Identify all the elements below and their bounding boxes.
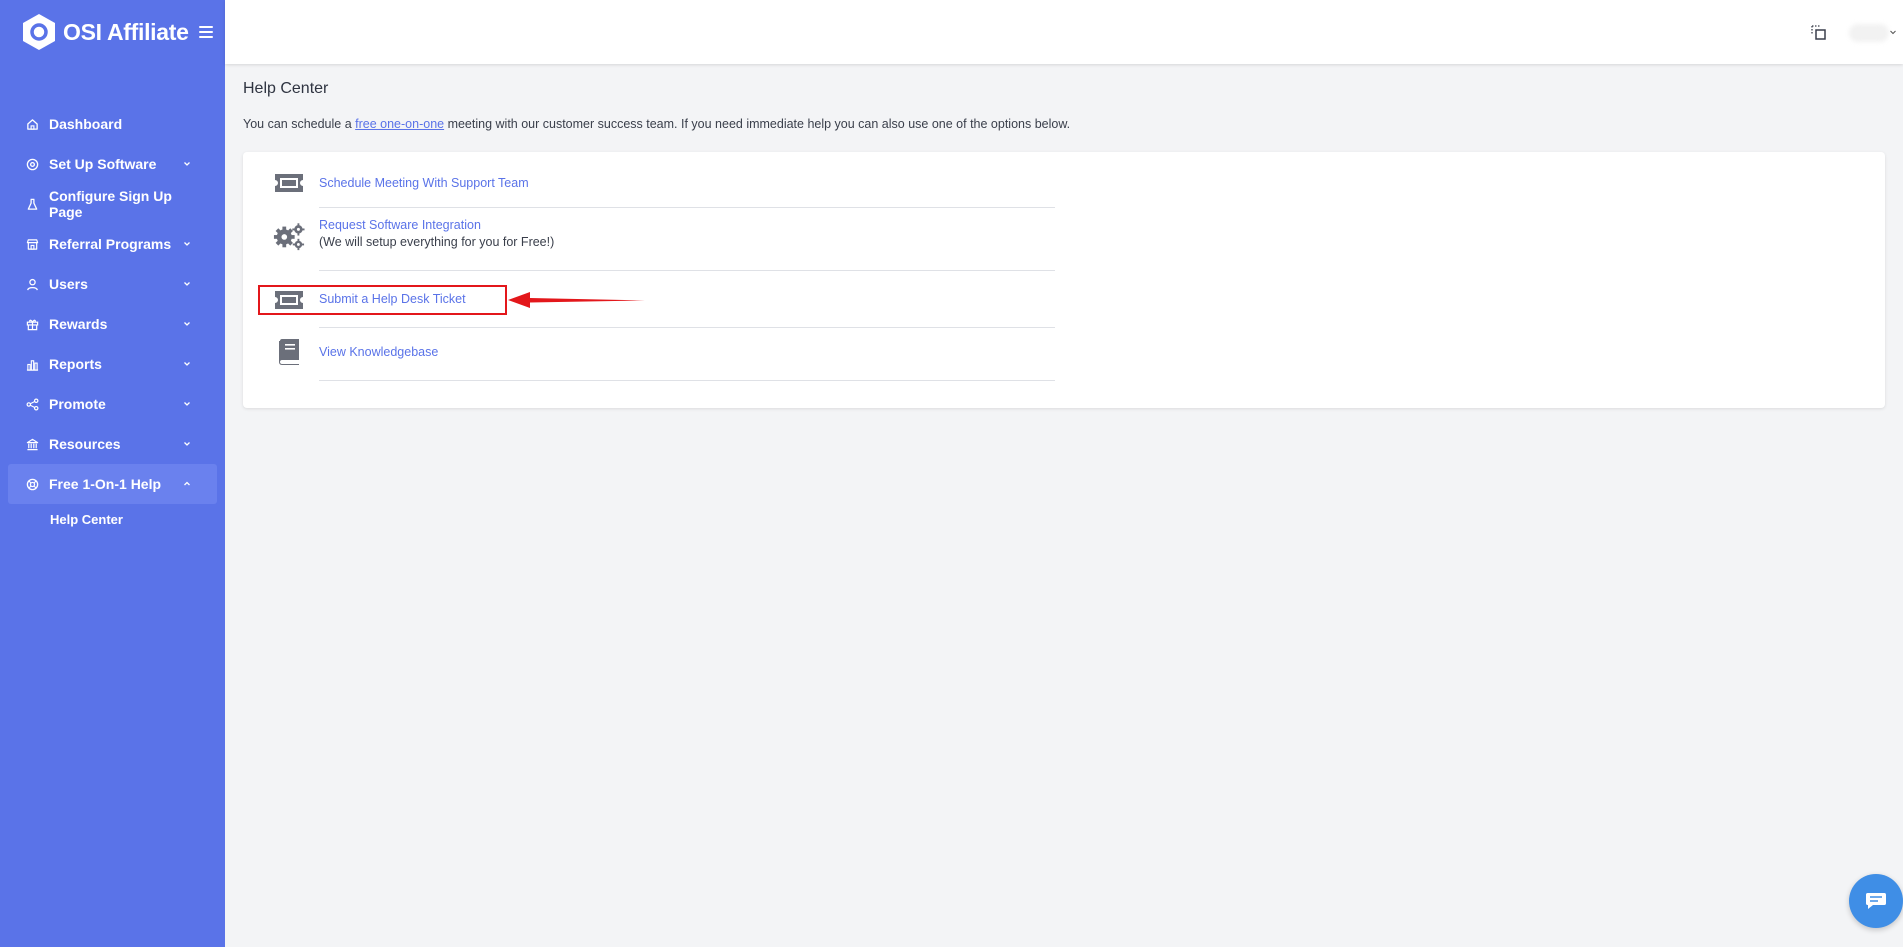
sidebar-item-resources[interactable]: Resources [8,424,217,464]
home-icon [25,117,39,131]
hamburger-menu-icon[interactable] [198,26,213,38]
view-knowledgebase-link[interactable]: View Knowledgebase [319,345,1055,359]
intro-text-after: meeting with our customer success team. … [444,117,1071,131]
help-option-request-integration: Request Software Integration (We will se… [319,218,1055,271]
sidebar-nav: Dashboard Set Up Software Configure Sign… [0,104,225,534]
chevron-down-icon [184,322,190,326]
avatar [1849,24,1889,42]
lifebuoy-icon [25,477,39,491]
sidebar-item-label: Users [49,276,88,292]
sidebar-item-label: Resources [49,436,121,452]
sidebar-item-promote[interactable]: Promote [8,384,217,424]
intro-text-before: You can schedule a [243,117,356,131]
fullscreen-icon[interactable] [1810,24,1828,42]
bank-icon [25,437,39,451]
request-integration-subtitle: (We will setup everything for you for Fr… [319,235,555,249]
gift-icon [25,317,39,331]
sidebar-item-reports[interactable]: Reports [8,344,217,384]
sidebar-item-free-1-on-1-help[interactable]: Free 1-On-1 Help [8,464,217,504]
sidebar-item-configure-sign-up-page[interactable]: Configure Sign Up Page [8,184,217,224]
sidebar-subitem-help-center[interactable]: Help Center [0,504,225,534]
sidebar-item-label: Promote [49,396,106,412]
sidebar-item-users[interactable]: Users [8,264,217,304]
brand: OSI Affiliate [0,0,225,64]
chevron-down-icon [184,362,190,366]
sidebar-item-label: Set Up Software [49,156,157,172]
sidebar: OSI Affiliate Dashboard Set Up Software … [0,0,225,947]
gears-icon [273,220,305,252]
user-icon [25,277,39,291]
chevron-down-icon [184,402,190,406]
sidebar-item-label: Dashboard [49,116,123,132]
sidebar-item-label: Reports [49,356,102,372]
share-icon [25,397,39,411]
book-icon [273,336,305,368]
help-option-schedule-meeting: Schedule Meeting With Support Team [319,176,1055,208]
top-bar [225,0,1903,64]
page-title: Help Center [243,80,329,97]
bar-chart-icon [25,357,39,371]
chevron-down-icon [184,242,190,246]
sidebar-item-label: Configure Sign Up Page [49,188,172,220]
user-menu[interactable] [1849,18,1896,48]
sidebar-item-set-up-software[interactable]: Set Up Software [8,144,217,184]
chevron-up-icon [184,481,190,486]
intro-text: You can schedule a free one-on-one meeti… [243,117,1885,135]
sidebar-item-label: Free 1-On-1 Help [49,476,162,492]
sidebar-item-referral-programs[interactable]: Referral Programs [8,224,217,264]
request-integration-link[interactable]: Request Software Integration [319,218,1055,232]
logo-icon [23,14,55,50]
schedule-meeting-link[interactable]: Schedule Meeting With Support Team [319,176,1055,190]
brand-name: OSI Affiliate [63,18,189,45]
sidebar-item-label: Referral Programs [49,236,172,252]
help-option-knowledgebase: View Knowledgebase [319,345,1055,381]
help-options-card: Schedule Meeting With Support Team Reque… [243,152,1885,408]
sidebar-item-label: Rewards [49,316,108,332]
chevron-down-icon [184,442,190,446]
chevron-down-icon [1890,30,1896,35]
submit-ticket-link[interactable]: Submit a Help Desk Ticket [319,292,1055,306]
chat-widget-button[interactable] [1849,874,1903,928]
chevron-down-icon [184,162,190,166]
sidebar-item-rewards[interactable]: Rewards [8,304,217,344]
flask-icon [25,197,39,211]
chevron-down-icon [184,282,190,286]
help-option-submit-ticket: Submit a Help Desk Ticket [319,292,1055,328]
sidebar-item-dashboard[interactable]: Dashboard [8,104,217,144]
free-one-on-one-link[interactable]: free one-on-one [355,117,444,131]
main-content: Help Center You can schedule a free one-… [243,80,1885,408]
store-icon [25,237,39,251]
ticket-icon [273,167,305,199]
settings-icon [25,157,39,171]
ticket-icon [273,284,305,316]
chat-icon [1866,893,1886,909]
